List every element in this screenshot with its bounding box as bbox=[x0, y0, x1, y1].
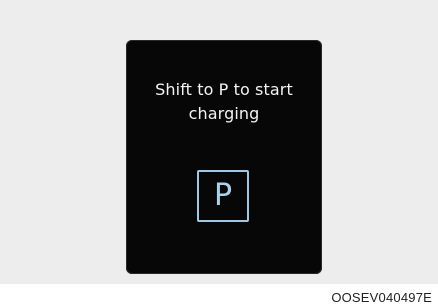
charging-notice-display: Shift to P to start charging P bbox=[126, 40, 322, 274]
p-gear-icon: P bbox=[197, 170, 249, 222]
instruction-line-1: Shift to P to start bbox=[155, 80, 293, 99]
charging-instruction: Shift to P to start charging bbox=[126, 78, 322, 126]
instruction-line-2: charging bbox=[188, 104, 260, 123]
figure-code: OOSEV040497E bbox=[331, 290, 432, 305]
